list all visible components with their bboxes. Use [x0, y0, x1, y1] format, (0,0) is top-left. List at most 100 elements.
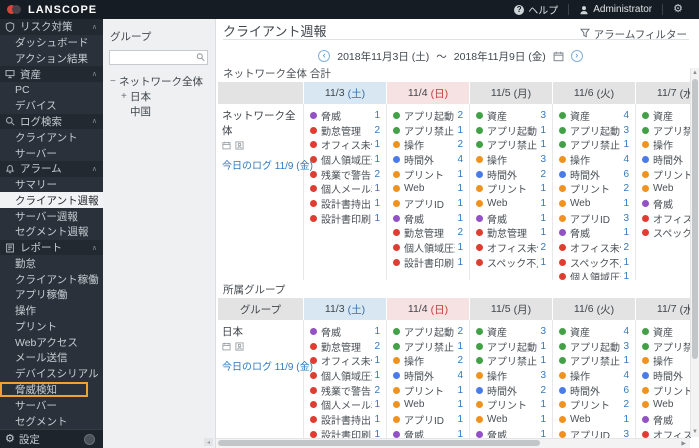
sidebar-item-app-operation[interactable]: アプリ稼働 [0, 287, 103, 303]
alarm-count-link[interactable]: 1 [457, 429, 463, 438]
alarm-count-link[interactable]: 3 [540, 154, 546, 165]
alarm-count-link[interactable]: 1 [374, 370, 380, 381]
sidebar-item-client-operation[interactable]: クライアント稼働 [0, 271, 103, 287]
alarm-count-link[interactable]: 2 [374, 169, 380, 180]
sidebar-item-settings[interactable]: ⚙ 設定 [0, 429, 103, 448]
alarm-count-link[interactable]: 1 [457, 198, 463, 209]
alarm-count-link[interactable]: 3 [540, 110, 546, 121]
tree-node[interactable]: − ネットワーク全体 [110, 74, 215, 89]
alarm-count-link[interactable]: 2 [623, 183, 629, 194]
alarm-count-link[interactable]: 1 [623, 227, 629, 238]
sidebar-item-server-weekly[interactable]: サーバー週報 [0, 208, 103, 224]
alarm-count-link[interactable]: 2 [457, 139, 463, 150]
alarm-count-link[interactable]: 1 [540, 227, 546, 238]
alarm-count-link[interactable]: 1 [540, 414, 546, 425]
calendar-icon[interactable] [222, 342, 231, 354]
alarm-count-link[interactable]: 1 [374, 414, 380, 425]
alarm-count-link[interactable]: 1 [623, 355, 629, 366]
sidebar-item-device-serial[interactable]: デバイスシリアル [0, 366, 103, 382]
alarm-count-link[interactable]: 2 [540, 169, 546, 180]
alarm-count-link[interactable]: 1 [540, 399, 546, 410]
tree-node[interactable]: + 日本 [121, 89, 215, 104]
alarm-count-link[interactable]: 1 [540, 213, 546, 224]
alarm-count-link[interactable]: 1 [540, 198, 546, 209]
alarm-count-link[interactable]: 1 [374, 429, 380, 438]
today-log-link[interactable]: 今日のログ 11/9 (金) [222, 157, 313, 172]
alarm-count-link[interactable]: 1 [374, 183, 380, 194]
alarm-count-link[interactable]: 1 [623, 271, 629, 280]
alarm-count-link[interactable]: 2 [623, 399, 629, 410]
alarm-count-link[interactable]: 1 [374, 198, 380, 209]
sidebar-item-risk-measures[interactable]: リスク対策 ∧ [0, 19, 103, 35]
calendar-icon[interactable] [553, 51, 564, 62]
alarm-count-link[interactable]: 4 [623, 154, 629, 165]
sidebar-item-log-search[interactable]: ログ検索 ∧ [0, 113, 103, 130]
alarm-count-link[interactable]: 2 [457, 355, 463, 366]
alarm-count-link[interactable]: 1 [623, 257, 629, 268]
alarm-count-link[interactable]: 1 [457, 169, 463, 180]
alarm-count-link[interactable]: 1 [374, 154, 380, 165]
alarm-count-link[interactable]: 6 [623, 385, 629, 396]
alarm-count-link[interactable]: 2 [457, 110, 463, 121]
alarm-count-link[interactable]: 1 [374, 110, 380, 121]
sidebar-item-segment-report[interactable]: セグメント [0, 413, 103, 429]
user-menu[interactable]: Administrator [569, 0, 662, 19]
help-button[interactable]: ? ヘルプ [504, 0, 568, 19]
alarm-count-link[interactable]: 1 [374, 139, 380, 150]
sidebar-item-server[interactable]: サーバー [0, 145, 103, 161]
scroll-right-icon[interactable]: ▶ [681, 440, 686, 448]
sidebar-item-operation[interactable]: 操作 [0, 303, 103, 319]
alarm-count-link[interactable]: 1 [457, 125, 463, 136]
alarm-count-link[interactable]: 2 [540, 385, 546, 396]
sidebar-item-print[interactable]: プリント [0, 319, 103, 335]
alarm-count-link[interactable]: 1 [540, 139, 546, 150]
scroll-down-icon[interactable]: ▼ [691, 427, 699, 437]
vertical-scrollbar-thumb[interactable] [692, 79, 698, 359]
alarm-count-link[interactable]: 2 [374, 125, 380, 136]
sidebar-item-summary[interactable]: サマリー [0, 177, 103, 193]
alarm-count-link[interactable]: 1 [374, 355, 380, 366]
horizontal-scrollbar-thumb[interactable] [218, 440, 540, 446]
calendar-icon[interactable] [222, 141, 231, 153]
group-search-input[interactable] [109, 50, 208, 65]
alarm-count-link[interactable]: 1 [540, 125, 546, 136]
collapse-icon[interactable]: − [110, 76, 119, 87]
alarm-count-link[interactable]: 4 [457, 154, 463, 165]
sidebar-item-threat-detection[interactable]: 脅威検知 [0, 381, 103, 398]
alarm-count-link[interactable]: 1 [457, 341, 463, 352]
alarm-count-link[interactable]: 1 [457, 242, 463, 253]
today-log-link[interactable]: 今日のログ 11/9 (金) [222, 358, 313, 373]
sidebar-item-devices[interactable]: デバイス [0, 98, 103, 114]
alarm-count-link[interactable]: 1 [374, 326, 380, 337]
alarm-count-link[interactable]: 6 [623, 169, 629, 180]
sidebar-item-client-weekly[interactable]: クライアント週報 [0, 192, 103, 209]
alarm-count-link[interactable]: 3 [623, 213, 629, 224]
vertical-scrollbar[interactable]: ▲ ▼ [690, 68, 699, 437]
sidebar-item-client[interactable]: クライアント [0, 129, 103, 145]
sidebar-item-assets[interactable]: 資産 ∧ [0, 66, 103, 83]
alarm-count-link[interactable]: 3 [623, 429, 629, 438]
alarm-count-link[interactable]: 1 [457, 414, 463, 425]
alarm-count-link[interactable]: 2 [623, 242, 629, 253]
alarm-count-link[interactable]: 1 [457, 257, 463, 268]
sidebar-item-dashboard[interactable]: ダッシュボード [0, 35, 103, 51]
alarm-count-link[interactable]: 1 [457, 385, 463, 396]
alarm-count-link[interactable]: 1 [374, 213, 380, 224]
horizontal-scrollbar[interactable]: ▶ [216, 438, 690, 448]
alarm-count-link[interactable]: 3 [623, 341, 629, 352]
alarm-count-link[interactable]: 1 [623, 414, 629, 425]
alarm-count-link[interactable]: 1 [374, 399, 380, 410]
sidebar-item-report[interactable]: レポート ∧ [0, 239, 103, 256]
alarm-count-link[interactable]: 4 [623, 326, 629, 337]
alarm-count-link[interactable]: 4 [623, 370, 629, 381]
alarm-count-link[interactable]: 1 [623, 139, 629, 150]
group-panel-scroll-left-icon[interactable]: ◂ [204, 438, 213, 446]
alarm-count-link[interactable]: 1 [540, 341, 546, 352]
user-icon[interactable] [235, 342, 244, 354]
alarm-count-link[interactable]: 2 [457, 326, 463, 337]
sidebar-item-mail-send[interactable]: メール送信 [0, 350, 103, 366]
alarm-count-link[interactable]: 1 [457, 213, 463, 224]
alarm-count-link[interactable]: 3 [540, 370, 546, 381]
tree-node[interactable]: 中国 [121, 104, 215, 119]
alarm-count-link[interactable]: 1 [540, 183, 546, 194]
